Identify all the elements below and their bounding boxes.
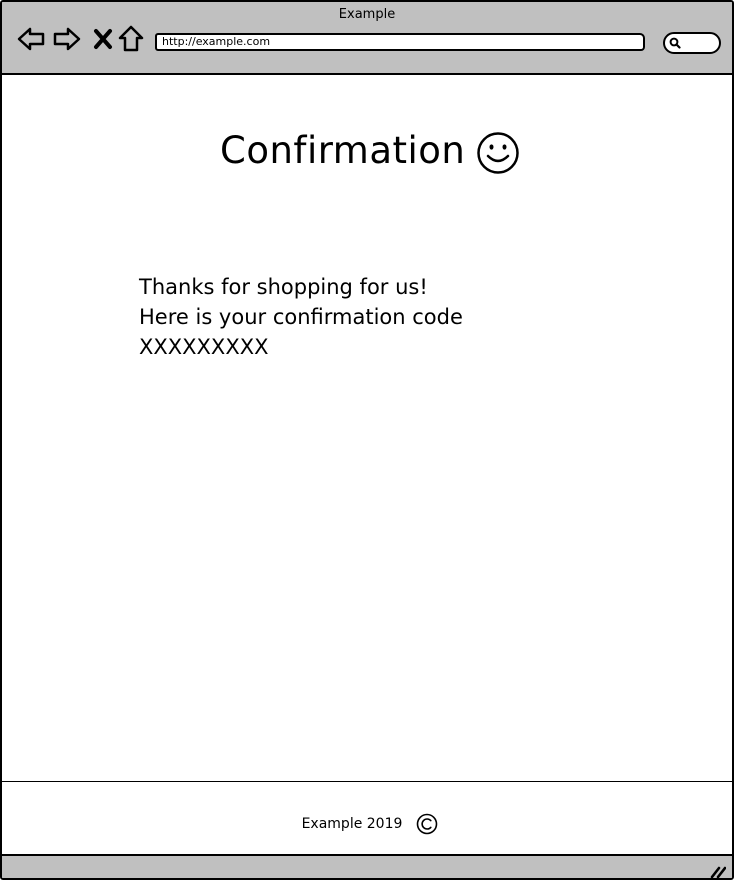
page-title: Confirmation (220, 129, 466, 172)
resize-grip-icon[interactable] (710, 864, 726, 878)
arrow-left-icon (17, 27, 45, 51)
footer-text: Example 2019 (301, 816, 403, 832)
page-footer: Example 2019 (2, 781, 732, 854)
search-input[interactable] (663, 32, 721, 54)
page-heading: Confirmation (2, 127, 732, 177)
forward-button[interactable] (52, 24, 82, 54)
page-content: Confirmation Thanks for shopping for us!… (2, 75, 732, 781)
confirmation-code-label: Here is your confirmation code (139, 305, 463, 329)
smiley-icon (477, 132, 519, 174)
address-bar[interactable]: http://example.com (155, 33, 645, 51)
confirmation-message: Thanks for shopping for us! Here is your… (139, 272, 463, 362)
window-title: Example (338, 7, 396, 22)
status-bar (2, 854, 732, 878)
browser-window: Example http://example.com Confirmation … (0, 0, 734, 880)
confirmation-code: XXXXXXXXX (139, 335, 269, 359)
back-button[interactable] (16, 24, 46, 54)
home-icon (118, 25, 144, 52)
arrow-right-icon (53, 27, 81, 51)
close-icon (94, 29, 112, 49)
search-icon (669, 37, 681, 49)
thanks-text: Thanks for shopping for us! (139, 275, 428, 299)
stop-button[interactable] (88, 24, 118, 54)
browser-toolbar: Example http://example.com (2, 2, 732, 75)
copyright-icon (417, 813, 438, 835)
home-button[interactable] (116, 24, 146, 54)
